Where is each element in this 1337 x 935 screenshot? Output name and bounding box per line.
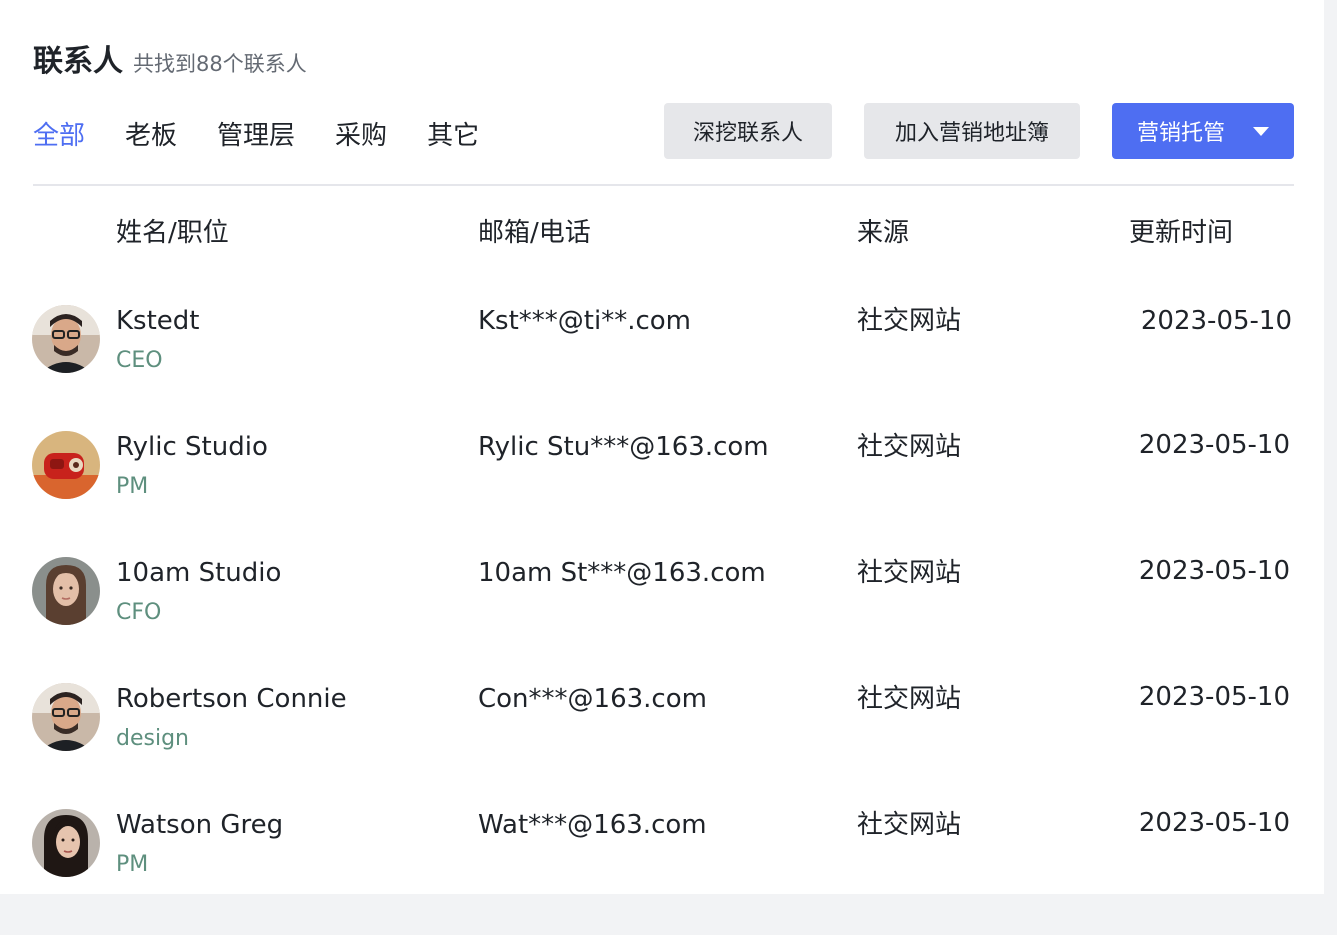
- avatar: [32, 683, 100, 751]
- tab-other[interactable]: 其它: [427, 118, 479, 154]
- contact-source: 社交网站: [857, 306, 962, 336]
- table-row[interactable]: Kstedt CEO Kst***@ti**.com 社交网站 2023-05-…: [0, 305, 1324, 431]
- column-header-source: 来源: [857, 218, 910, 248]
- tab-management[interactable]: 管理层: [217, 118, 295, 154]
- avatar: [32, 809, 100, 877]
- contacts-panel: 联系人 共找到88个联系人 全部 老板 管理层 采购 其它 深挖联系人 加入营销…: [0, 0, 1324, 894]
- contact-email: Con***@163.com: [478, 684, 707, 714]
- contact-email: Wat***@163.com: [478, 810, 707, 840]
- column-header-email: 邮箱/电话: [478, 218, 591, 248]
- add-to-marketing-book-button[interactable]: 加入营销地址簿: [864, 103, 1080, 159]
- contact-name[interactable]: Rylic Studio: [116, 431, 268, 463]
- contact-source: 社交网站: [857, 432, 962, 462]
- studio-object-avatar-icon: [32, 431, 100, 499]
- contact-source: 社交网站: [857, 810, 962, 840]
- updated-time: 2023-05-10: [1138, 556, 1290, 586]
- updated-time: 2023-05-10: [1138, 430, 1290, 460]
- tab-boss[interactable]: 老板: [125, 118, 177, 154]
- contact-role: design: [116, 726, 189, 751]
- divider: [33, 184, 1294, 186]
- contact-email: Kst***@ti**.com: [478, 306, 692, 336]
- contact-role: PM: [116, 852, 149, 877]
- contact-source: 社交网站: [857, 684, 962, 714]
- contact-name[interactable]: 10am Studio: [116, 557, 281, 589]
- contact-name[interactable]: Robertson Connie: [116, 683, 347, 715]
- column-header-updated: 更新时间: [1129, 218, 1234, 248]
- tab-all[interactable]: 全部: [33, 118, 85, 154]
- table-row[interactable]: 10am Studio CFO 10am St***@163.com 社交网站 …: [0, 556, 1324, 683]
- avatar: [32, 431, 100, 499]
- marketing-hosting-label: 营销托管: [1137, 121, 1226, 146]
- page-title: 联系人: [33, 44, 123, 79]
- result-count: 共找到88个联系人: [133, 52, 307, 76]
- contact-name[interactable]: Kstedt: [116, 305, 199, 337]
- contact-role: CEO: [116, 348, 163, 373]
- woman-dark-hair-avatar-icon: [32, 809, 100, 877]
- updated-time: 2023-05-10: [1138, 682, 1290, 712]
- updated-time: 2023-05-10: [1140, 306, 1292, 336]
- column-header-name: 姓名/职位: [116, 218, 229, 248]
- table-row[interactable]: Watson Greg PM Wat***@163.com 社交网站 2023-…: [0, 808, 1324, 935]
- man-glasses-avatar-icon: [32, 683, 100, 751]
- contact-name[interactable]: Watson Greg: [116, 809, 283, 841]
- updated-time: 2023-05-10: [1138, 808, 1290, 838]
- marketing-hosting-button[interactable]: 营销托管: [1112, 103, 1294, 159]
- contact-role: CFO: [116, 600, 162, 625]
- contact-role: PM: [116, 474, 149, 499]
- deep-mine-contacts-button[interactable]: 深挖联系人: [664, 103, 832, 159]
- tab-purchasing[interactable]: 采购: [335, 118, 387, 154]
- title-row: 联系人 共找到88个联系人: [33, 36, 307, 80]
- caret-down-icon[interactable]: [1253, 127, 1269, 136]
- man-glasses-avatar-icon: [32, 305, 100, 373]
- woman-long-hair-avatar-icon: [32, 557, 100, 625]
- table-row[interactable]: Robertson Connie design Con***@163.com 社…: [0, 682, 1324, 809]
- avatar: [32, 557, 100, 625]
- contact-source: 社交网站: [857, 558, 962, 588]
- contact-email: 10am St***@163.com: [478, 558, 766, 588]
- filter-tabs: 全部 老板 管理层 采购 其它: [33, 118, 519, 154]
- table-row[interactable]: Rylic Studio PM Rylic Stu***@163.com 社交网…: [0, 430, 1324, 557]
- avatar: [32, 305, 100, 373]
- contact-email: Rylic Stu***@163.com: [478, 432, 769, 462]
